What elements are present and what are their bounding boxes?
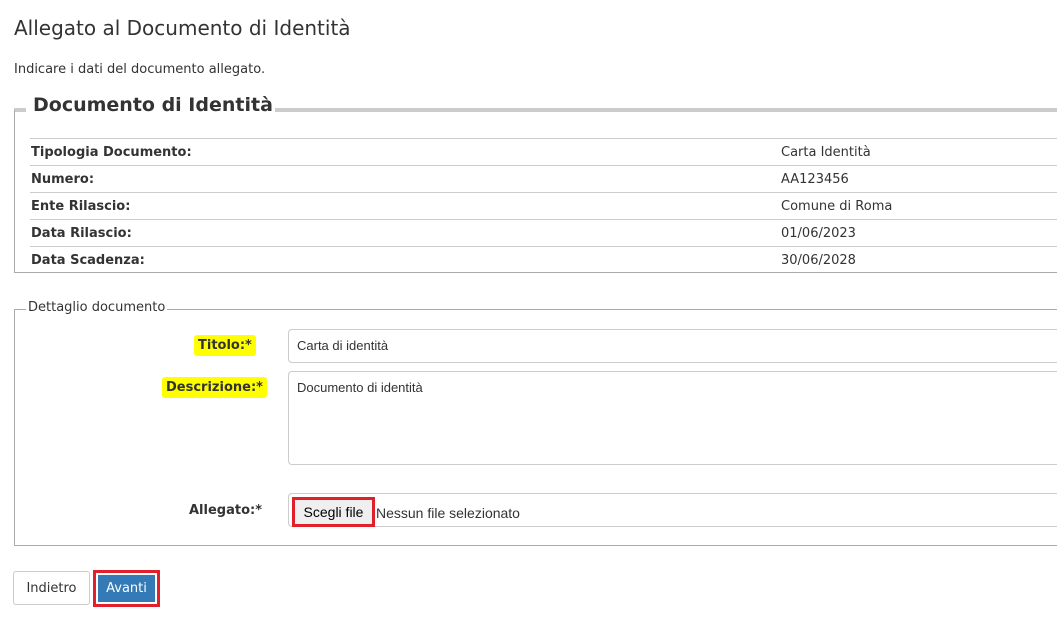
table-row: Numero: AA123456 — [30, 165, 1057, 193]
row-label: Tipologia Documento: — [30, 138, 781, 166]
row-label: Data Scadenza: — [30, 246, 781, 273]
row-label: Numero: — [30, 165, 781, 193]
choose-file-button[interactable]: Scegli file — [292, 497, 375, 527]
detail-legend: Dettaglio documento — [26, 300, 168, 315]
identity-document-table: Tipologia Documento: Carta Identità Nume… — [30, 138, 1057, 273]
row-value: 01/06/2023 — [781, 219, 1057, 247]
row-label: Data Rilascio: — [30, 219, 781, 247]
row-label: Ente Rilascio: — [30, 192, 781, 220]
title-input[interactable]: Carta di identità — [288, 329, 1057, 363]
description-textarea[interactable]: Documento di identità — [288, 371, 1057, 465]
row-value: Carta Identità — [781, 138, 1057, 166]
page-title: Allegato al Documento di Identità — [14, 16, 351, 40]
next-button-highlight: Avanti — [93, 570, 160, 607]
table-row: Data Rilascio: 01/06/2023 — [30, 219, 1057, 247]
description-label: Descrizione:* — [162, 377, 267, 398]
row-value: Comune di Roma — [781, 192, 1057, 220]
table-row: Data Scadenza: 30/06/2028 — [30, 246, 1057, 273]
table-row: Ente Rilascio: Comune di Roma — [30, 192, 1057, 220]
title-label-text: Titolo:* — [194, 335, 256, 356]
table-row: Tipologia Documento: Carta Identità — [30, 138, 1057, 166]
next-button[interactable]: Avanti — [98, 575, 155, 602]
attachment-label: Allegato:* — [189, 503, 263, 518]
row-value: AA123456 — [781, 165, 1057, 193]
file-status-text: Nessun file selezionato — [376, 505, 520, 521]
intro-text: Indicare i dati del documento allegato. — [14, 62, 266, 77]
identity-document-legend: Documento di Identità — [31, 94, 275, 116]
description-label-text: Descrizione:* — [162, 377, 267, 398]
title-label: Titolo:* — [194, 335, 256, 356]
back-button[interactable]: Indietro — [13, 571, 90, 605]
row-value: 30/06/2028 — [781, 246, 1057, 273]
